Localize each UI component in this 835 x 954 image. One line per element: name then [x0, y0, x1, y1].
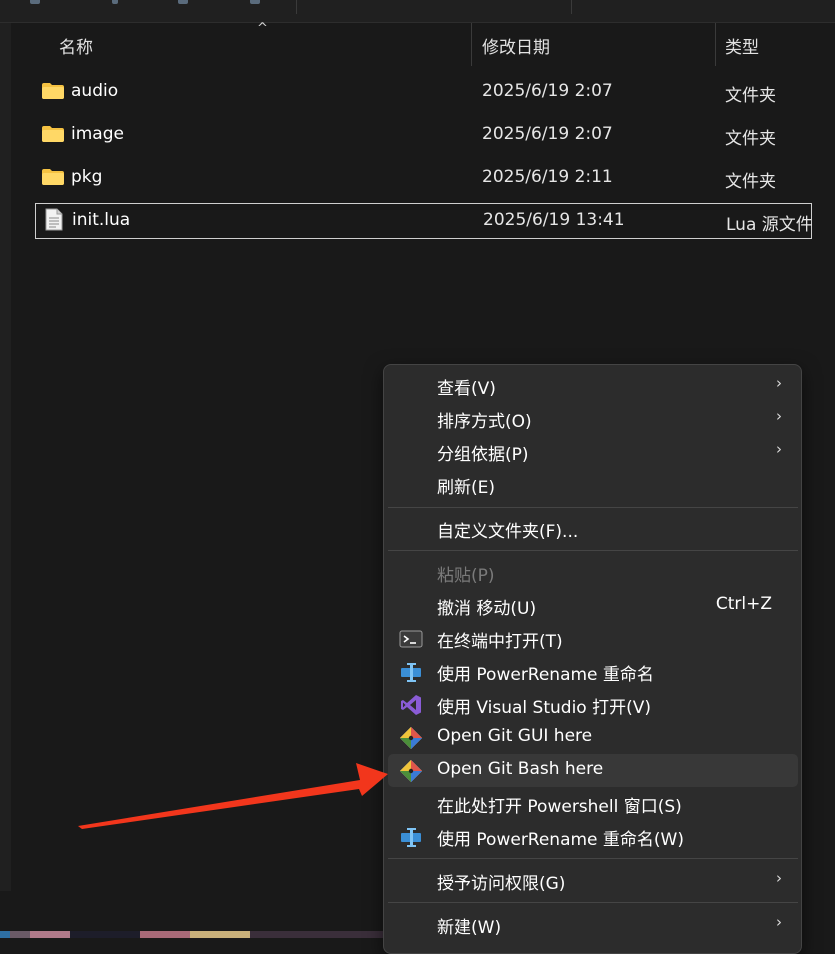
file-modified: 2025/6/19 13:41 [483, 210, 625, 230]
toolbar-icon[interactable] [250, 0, 260, 4]
powerrename-icon [401, 828, 421, 847]
file-type: Lua 源文件 [726, 215, 813, 235]
column-divider[interactable] [471, 23, 472, 66]
chevron-right-icon: › [776, 407, 782, 425]
menu-item-undo-move[interactable]: 撤消 移动(U) Ctrl+Z [388, 589, 798, 622]
menu-item-group[interactable]: 分组依据(P) › [388, 435, 798, 468]
menu-item-visual-studio[interactable]: 使用 Visual Studio 打开(V) [388, 688, 798, 721]
toolbar-icon[interactable] [30, 0, 40, 4]
menu-item-customize-folder[interactable]: 自定义文件夹(F)... [388, 512, 798, 545]
menu-item-label: 查看(V) [437, 379, 496, 399]
menu-item-label: 使用 PowerRename 重命名 [437, 665, 654, 685]
toolbar-divider [296, 0, 297, 14]
menu-item-label: 在终端中打开(T) [437, 632, 563, 652]
shortcut-label: Ctrl+Z [715, 594, 772, 614]
folder-icon [42, 83, 64, 99]
file-name: pkg [71, 167, 103, 187]
powerrename-icon [401, 663, 421, 682]
file-row-init-lua[interactable]: init.lua 2025/6/19 13:41 Lua 源文件 [35, 203, 813, 239]
menu-item-label: 使用 PowerRename 重命名(W) [437, 830, 684, 850]
file-modified: 2025/6/19 2:07 [482, 124, 613, 144]
menu-item-powershell[interactable]: 在此处打开 Powershell 窗口(S) [388, 787, 798, 820]
folder-icon [42, 169, 64, 185]
menu-item-grant-access[interactable]: 授予访问权限(G) › [388, 864, 798, 897]
file-name: image [71, 124, 124, 144]
column-header-name[interactable]: 名称 [59, 33, 93, 58]
menu-item-view[interactable]: 查看(V) › [388, 369, 798, 402]
menu-separator [388, 507, 798, 508]
toolbar-divider [571, 0, 572, 14]
menu-item-label: 撤消 移动(U) [437, 599, 537, 619]
menu-item-label: Open Git Bash here [437, 759, 604, 779]
menu-item-label: Open Git GUI here [437, 726, 593, 746]
column-header-modified[interactable]: 修改日期 [482, 33, 550, 58]
menu-item-git-gui[interactable]: Open Git GUI here [388, 721, 798, 754]
column-header-type[interactable]: 类型 [725, 33, 759, 58]
menu-item-powerrename[interactable]: 使用 PowerRename 重命名 [388, 655, 798, 688]
file-name: init.lua [72, 210, 131, 230]
git-gui-icon [400, 727, 422, 749]
chevron-right-icon: › [776, 869, 782, 887]
sort-ascending-icon: ^ [257, 21, 268, 36]
chevron-right-icon: › [776, 374, 782, 392]
menu-separator [388, 858, 798, 859]
chevron-right-icon: › [776, 913, 782, 931]
menu-item-label: 使用 Visual Studio 打开(V) [437, 698, 652, 718]
menu-separator [388, 902, 798, 903]
menu-item-open-terminal[interactable]: 在终端中打开(T) [388, 622, 798, 655]
menu-item-label: 新建(W) [437, 918, 502, 938]
file-icon [45, 208, 63, 231]
file-modified: 2025/6/19 2:07 [482, 81, 613, 101]
menu-item-git-bash[interactable]: Open Git Bash here [388, 754, 798, 787]
file-type: 文件夹 [725, 129, 776, 149]
folder-icon [42, 126, 64, 142]
menu-item-label: 刷新(E) [437, 478, 496, 498]
context-menu: 查看(V) › 排序方式(O) › 分组依据(P) › 刷新(E) 自定义文件夹… [383, 364, 802, 954]
menu-item-powerrename-w[interactable]: 使用 PowerRename 重命名(W) [388, 820, 798, 853]
menu-separator [388, 550, 798, 551]
file-row-pkg[interactable]: pkg 2025/6/19 2:11 文件夹 [35, 161, 812, 195]
visual-studio-icon [401, 695, 421, 715]
menu-item-label: 分组依据(P) [437, 445, 529, 465]
menu-item-label: 授予访问权限(G) [437, 874, 566, 894]
git-bash-icon [400, 760, 422, 782]
toolbar-icon[interactable] [112, 0, 118, 4]
menu-item-label: 粘贴(P) [437, 566, 495, 586]
menu-item-label: 排序方式(O) [437, 412, 532, 432]
terminal-icon [399, 630, 423, 648]
menu-item-paste: 粘贴(P) [388, 556, 798, 589]
menu-item-sort[interactable]: 排序方式(O) › [388, 402, 798, 435]
menu-item-label: 在此处打开 Powershell 窗口(S) [437, 797, 682, 817]
toolbar-icon[interactable] [178, 0, 188, 4]
toolbar-top [0, 0, 835, 23]
navigation-pane-edge [0, 23, 11, 891]
file-type: 文件夹 [725, 86, 776, 106]
column-header-row: ^ 名称 修改日期 类型 [11, 21, 835, 66]
file-name: audio [71, 81, 119, 101]
menu-item-label: 自定义文件夹(F)... [437, 522, 579, 542]
file-row-audio[interactable]: audio 2025/6/19 2:07 文件夹 [35, 75, 812, 109]
file-modified: 2025/6/19 2:11 [482, 167, 613, 187]
column-divider[interactable] [715, 23, 716, 66]
chevron-right-icon: › [776, 440, 782, 458]
file-type: 文件夹 [725, 172, 776, 192]
file-row-image[interactable]: image 2025/6/19 2:07 文件夹 [35, 118, 812, 152]
menu-item-refresh[interactable]: 刷新(E) [388, 468, 798, 501]
menu-item-new[interactable]: 新建(W) › [388, 908, 798, 941]
